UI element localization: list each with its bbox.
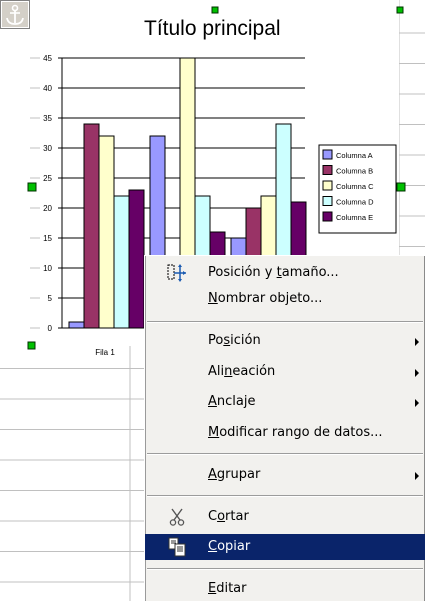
menu-item-label: Nombrar objeto... (208, 291, 322, 306)
y-tick-label: 0 (48, 324, 53, 333)
accelerator-key: o (217, 509, 226, 524)
menu-item-alineacion[interactable]: Alineación (145, 359, 425, 385)
menu-item-anclaje[interactable]: Anclaje (145, 389, 425, 415)
accelerator-key: A (208, 394, 217, 409)
menu-item-label: Modificar rango de datos... (208, 425, 383, 440)
label-part: eación (232, 364, 276, 379)
menu-item-editar[interactable]: Editar (145, 576, 425, 602)
menu-item-label: Editar (208, 581, 247, 596)
submenu-arrow-icon (415, 338, 419, 346)
legend-swatch (322, 196, 333, 206)
label-part: grupar (216, 467, 261, 482)
submenu-arrow-icon (415, 399, 419, 407)
label-part: ombrar objeto... (217, 291, 323, 306)
legend-label: Columna D (336, 198, 374, 207)
submenu-arrow-icon (415, 472, 419, 480)
menu-item-label: Cortar (208, 509, 249, 524)
anchor-icon[interactable] (0, 0, 30, 29)
legend-label: Columna A (336, 151, 373, 160)
label-part: ditar (216, 581, 247, 596)
legend-swatch (322, 180, 333, 191)
menu-item-label: Posición y tamaño... (208, 265, 339, 280)
label-part: nclaje (216, 394, 256, 409)
selection-handle-top[interactable] (211, 6, 219, 14)
selection-handle-left[interactable] (27, 182, 37, 192)
y-tick-label: 45 (43, 54, 52, 63)
label-part: rtar (225, 509, 249, 524)
menu-item-label: Posición (208, 333, 261, 348)
y-tick-label: 35 (43, 114, 52, 123)
menu-item-label: Anclaje (208, 394, 255, 409)
submenu-arrow-icon (415, 369, 419, 377)
position-size-icon (167, 263, 187, 283)
menu-item-copiar[interactable]: Copiar (145, 534, 425, 560)
label-part: C (208, 509, 218, 524)
label-part: Po (208, 333, 224, 348)
y-tick-label: 20 (43, 204, 52, 213)
menu-item-posicion[interactable]: Posición (145, 328, 425, 354)
menu-item-label: Alineación (208, 364, 275, 379)
bar[interactable] (98, 135, 115, 329)
label-part: opiar (217, 539, 251, 554)
x-category-label: Fila 1 (95, 348, 115, 357)
menu-item-modificar-rango[interactable]: Modificar rango de datos... (145, 420, 425, 446)
accelerator-key: C (208, 539, 218, 554)
bar[interactable] (113, 195, 130, 329)
legend-label: Columna B (336, 167, 373, 176)
menu-separator (147, 453, 423, 455)
selection-handle-bottom-left[interactable] (27, 341, 36, 350)
menu-item-posicion-tamano[interactable]: Posición y tamaño... (145, 260, 425, 286)
scissors-icon (167, 507, 187, 527)
accelerator-key: A (208, 467, 217, 482)
menu-separator (147, 321, 423, 323)
legend-label: Columna C (336, 182, 374, 191)
label-part: ición (230, 333, 261, 348)
selection-handle-top-right[interactable] (396, 6, 404, 14)
label-part: Ali (208, 364, 225, 379)
label-part: odificar rango de datos... (219, 425, 383, 440)
y-tick-label: 5 (48, 294, 53, 303)
accelerator-key: E (208, 581, 217, 596)
legend-swatch (322, 149, 333, 160)
bar[interactable] (83, 123, 100, 329)
menu-item-label: Agrupar (208, 467, 260, 482)
y-tick-label: 15 (43, 234, 52, 243)
accelerator-key: M (208, 425, 220, 440)
menu-separator (147, 495, 423, 497)
chart-legend: Columna A Columna B Columna C Columna D Colu… (318, 144, 397, 234)
legend-label: Columna E (336, 213, 373, 222)
y-tick-label: 10 (43, 264, 52, 273)
selection-handle-right[interactable] (396, 182, 406, 192)
menu-item-nombrar-objeto[interactable]: Nombrar objeto... (145, 286, 425, 312)
context-menu: Posición y tamaño... Nombrar objeto... Pos… (144, 255, 425, 601)
chart-title: Título principal (144, 17, 281, 40)
accelerator-key: N (208, 291, 218, 306)
y-tick-label: 30 (43, 144, 52, 153)
y-tick-label: 40 (43, 84, 52, 93)
y-tick-label: 25 (43, 174, 52, 183)
copy-icon (167, 537, 187, 557)
menu-separator (147, 568, 423, 570)
legend-swatch (322, 165, 333, 175)
menu-item-agrupar[interactable]: Agrupar (145, 462, 425, 488)
legend-swatch (322, 211, 333, 222)
bar[interactable] (128, 189, 145, 329)
label-part: amaño... (281, 265, 339, 280)
bar[interactable] (68, 321, 85, 329)
menu-item-label: Copiar (208, 539, 250, 554)
label-part: Posición y (208, 265, 277, 280)
menu-item-cortar[interactable]: Cortar (145, 504, 425, 530)
